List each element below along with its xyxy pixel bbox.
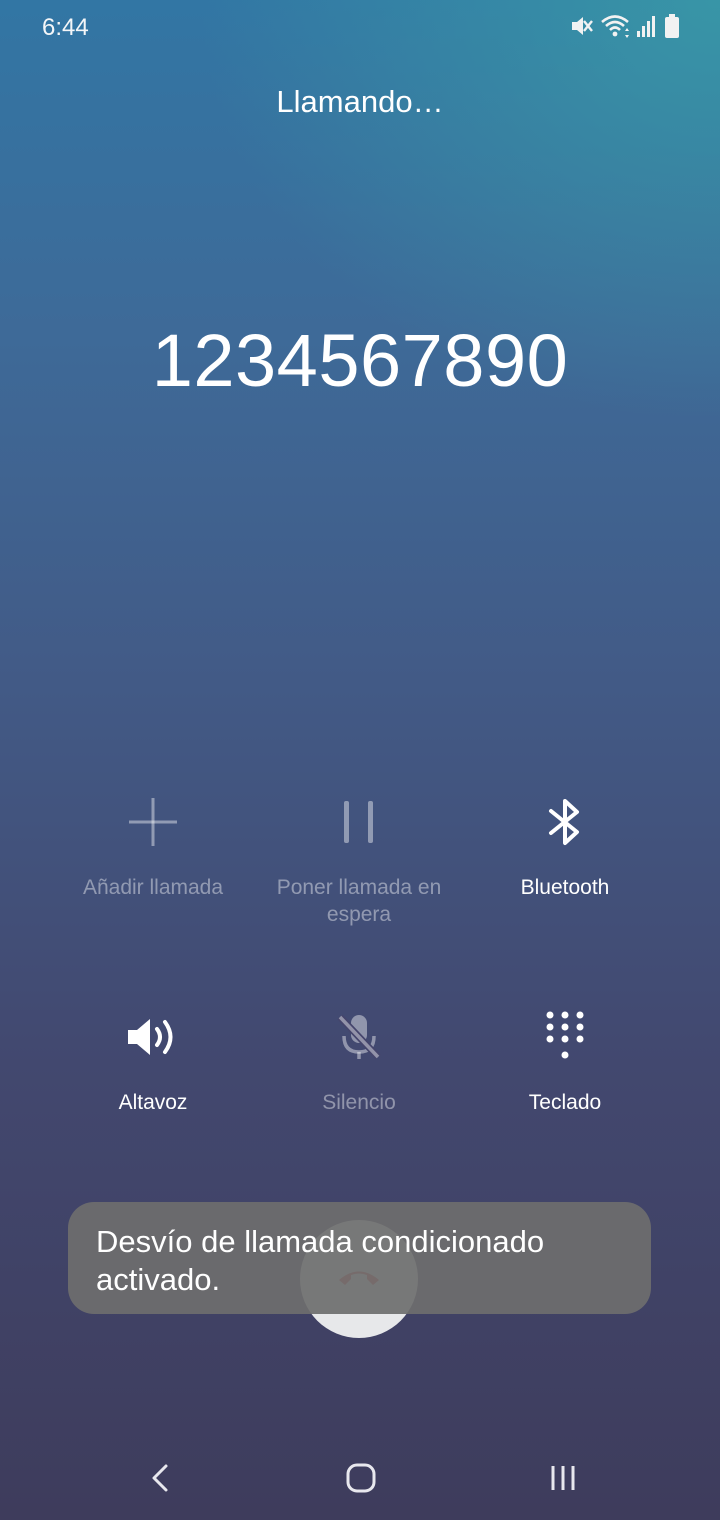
add-call-label: Añadir llamada bbox=[82, 876, 224, 899]
speaker-button[interactable]: Altavoz bbox=[43, 1005, 263, 1116]
status-icons bbox=[568, 13, 680, 44]
pause-icon bbox=[249, 790, 469, 854]
signal-icon bbox=[636, 14, 658, 43]
recents-button[interactable] bbox=[533, 1460, 593, 1500]
wifi-icon bbox=[600, 13, 630, 44]
mute-icon bbox=[568, 13, 594, 44]
keypad-button[interactable]: Teclado bbox=[455, 1005, 675, 1116]
add-call-icon bbox=[43, 790, 263, 854]
keypad-icon bbox=[455, 1005, 675, 1069]
hold-call-button[interactable]: Poner llamada en espera bbox=[249, 790, 469, 928]
bluetooth-label: Bluetooth bbox=[520, 876, 610, 899]
hold-call-label: Poner llamada en espera bbox=[276, 876, 442, 926]
mic-off-icon bbox=[249, 1005, 469, 1069]
mute-button[interactable]: Silencio bbox=[249, 1005, 469, 1116]
mute-label: Silencio bbox=[322, 1091, 396, 1114]
speaker-icon bbox=[43, 1005, 263, 1069]
status-time: 6:44 bbox=[42, 14, 89, 41]
bluetooth-button[interactable]: Bluetooth bbox=[455, 790, 675, 901]
status-bar: 6:44 bbox=[0, 0, 720, 56]
call-status: Llamando… bbox=[276, 84, 444, 119]
add-call-button[interactable]: Añadir llamada bbox=[43, 790, 263, 901]
recents-icon bbox=[548, 1463, 578, 1498]
phone-number: 1234567890 bbox=[151, 319, 569, 402]
navigation-bar bbox=[0, 1440, 720, 1520]
speaker-label: Altavoz bbox=[118, 1091, 188, 1114]
back-button[interactable] bbox=[130, 1460, 190, 1500]
bluetooth-icon bbox=[455, 790, 675, 854]
keypad-label: Teclado bbox=[528, 1091, 602, 1114]
home-button[interactable] bbox=[331, 1460, 391, 1500]
battery-icon bbox=[664, 13, 680, 44]
home-icon bbox=[345, 1462, 377, 1499]
back-icon bbox=[150, 1463, 170, 1498]
toast-message: Desvío de llamada condicionado activado. bbox=[68, 1202, 651, 1314]
